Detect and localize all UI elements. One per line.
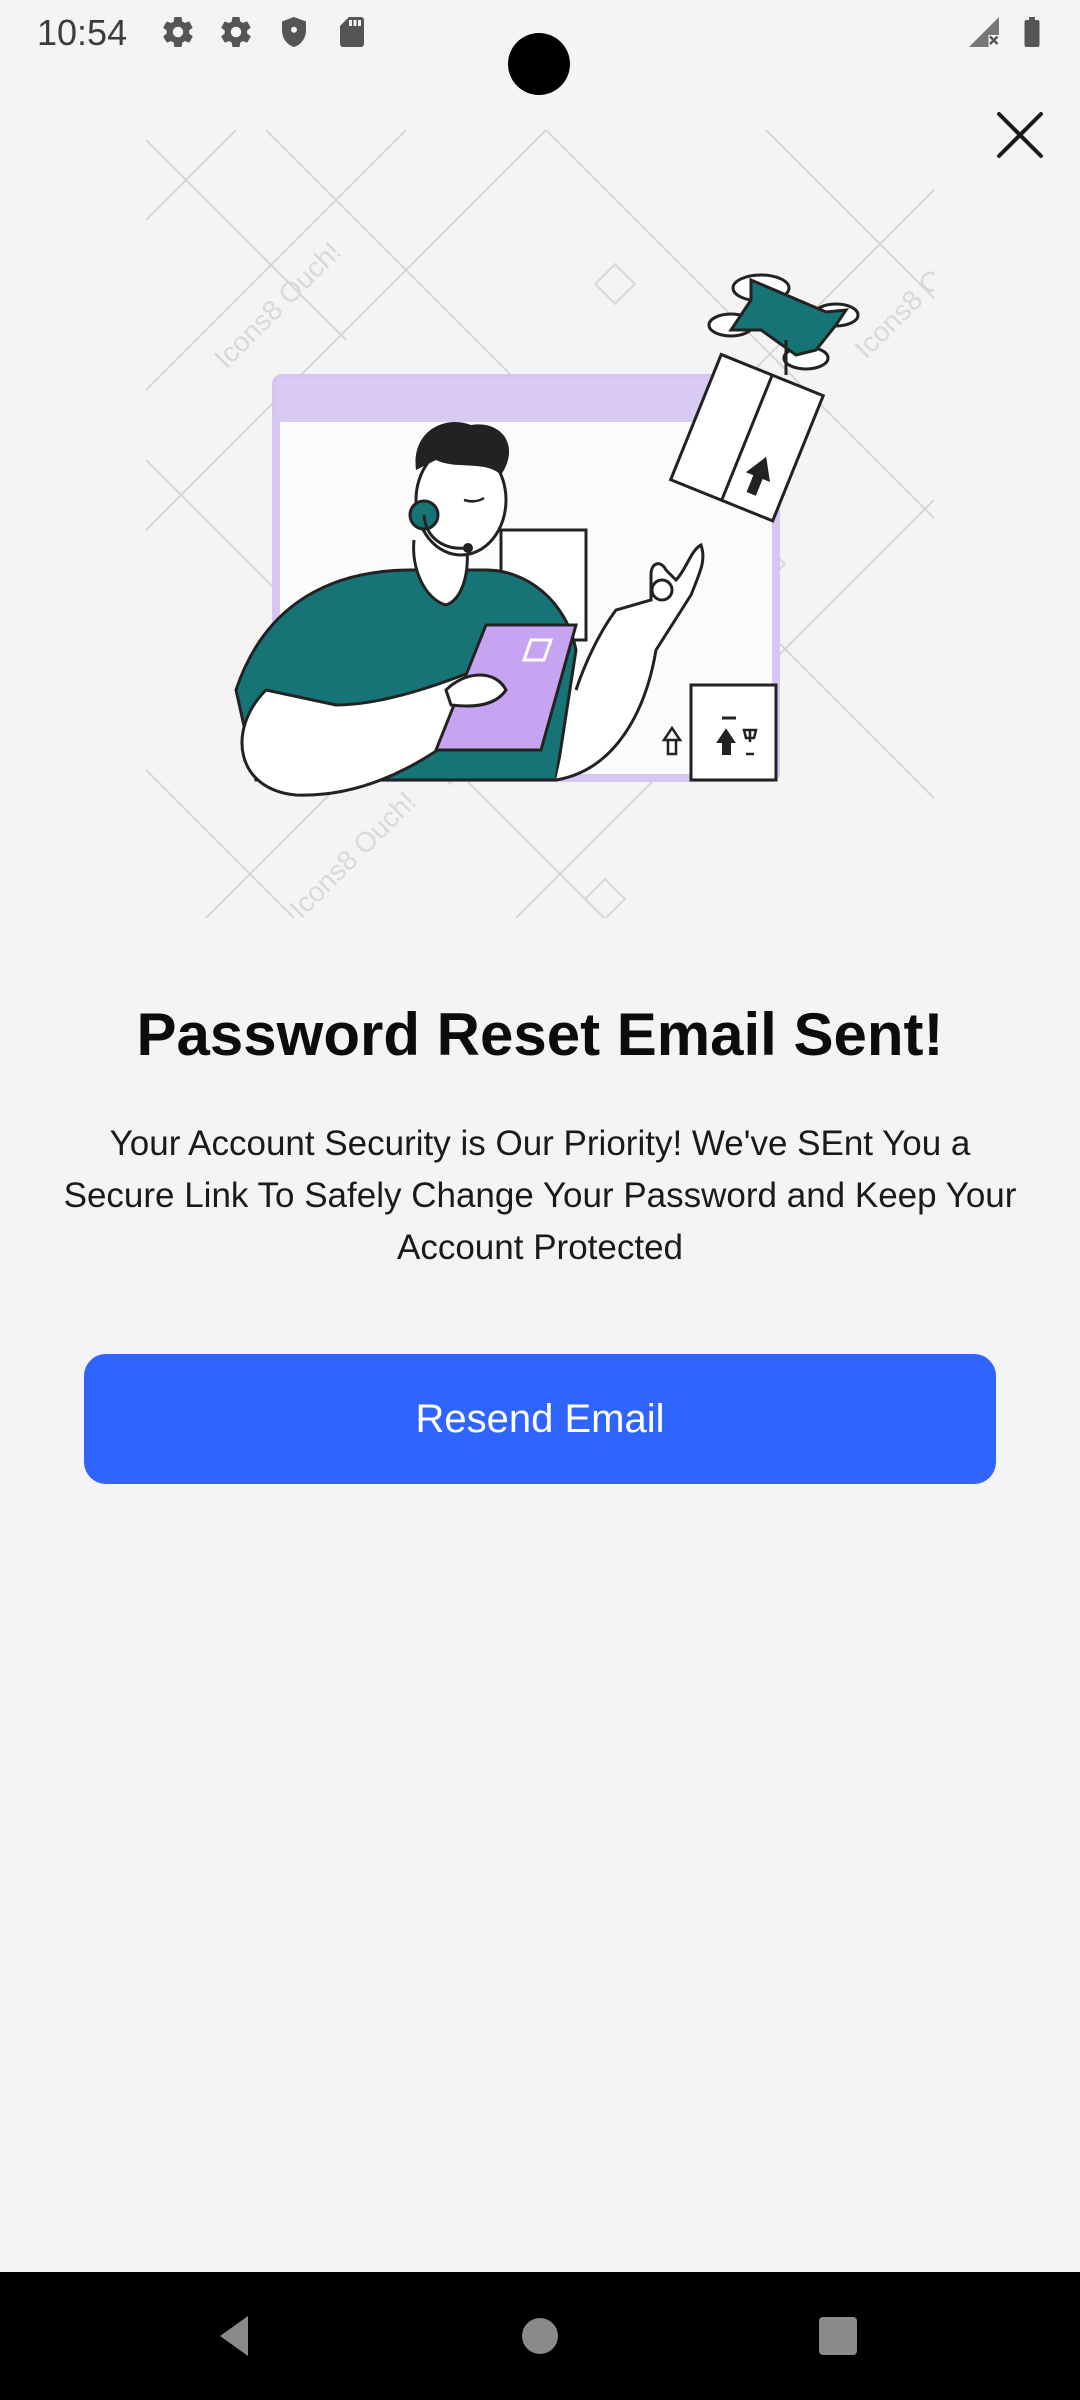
- sd-card-icon: [340, 17, 364, 47]
- screen: 10:54 Icons8 Ouch! Icons8 Ouch! Icons8 O…: [0, 0, 1080, 2400]
- battery-icon: [1024, 17, 1040, 47]
- watermark-text: Icons8 Ouch!: [848, 226, 934, 365]
- settings-icon: [221, 16, 251, 48]
- shield-icon: [282, 17, 306, 47]
- resend-email-button[interactable]: Resend Email: [84, 1354, 996, 1484]
- support-agent-illustration: Icons8 Ouch! Icons8 Ouch! Icons8 Ouch! I…: [146, 130, 934, 918]
- dialog-title: Password Reset Email Sent!: [136, 1001, 944, 1068]
- recents-icon[interactable]: [810, 2308, 866, 2364]
- status-time: 10:54: [37, 12, 128, 53]
- signal-icon: [969, 17, 999, 47]
- dialog-message: Your Account Security is Our Priority! W…: [63, 1124, 1017, 1267]
- close-icon[interactable]: [990, 105, 1050, 165]
- watermark-text: Icons8 Ouch!: [208, 236, 347, 375]
- camera-cutout: [508, 33, 570, 95]
- home-icon[interactable]: [512, 2308, 568, 2364]
- back-icon[interactable]: [208, 2308, 264, 2364]
- watermark-text: Icons8 Ouch!: [283, 786, 422, 918]
- settings-icon: [163, 16, 193, 48]
- navigation-bar: [0, 2272, 1080, 2400]
